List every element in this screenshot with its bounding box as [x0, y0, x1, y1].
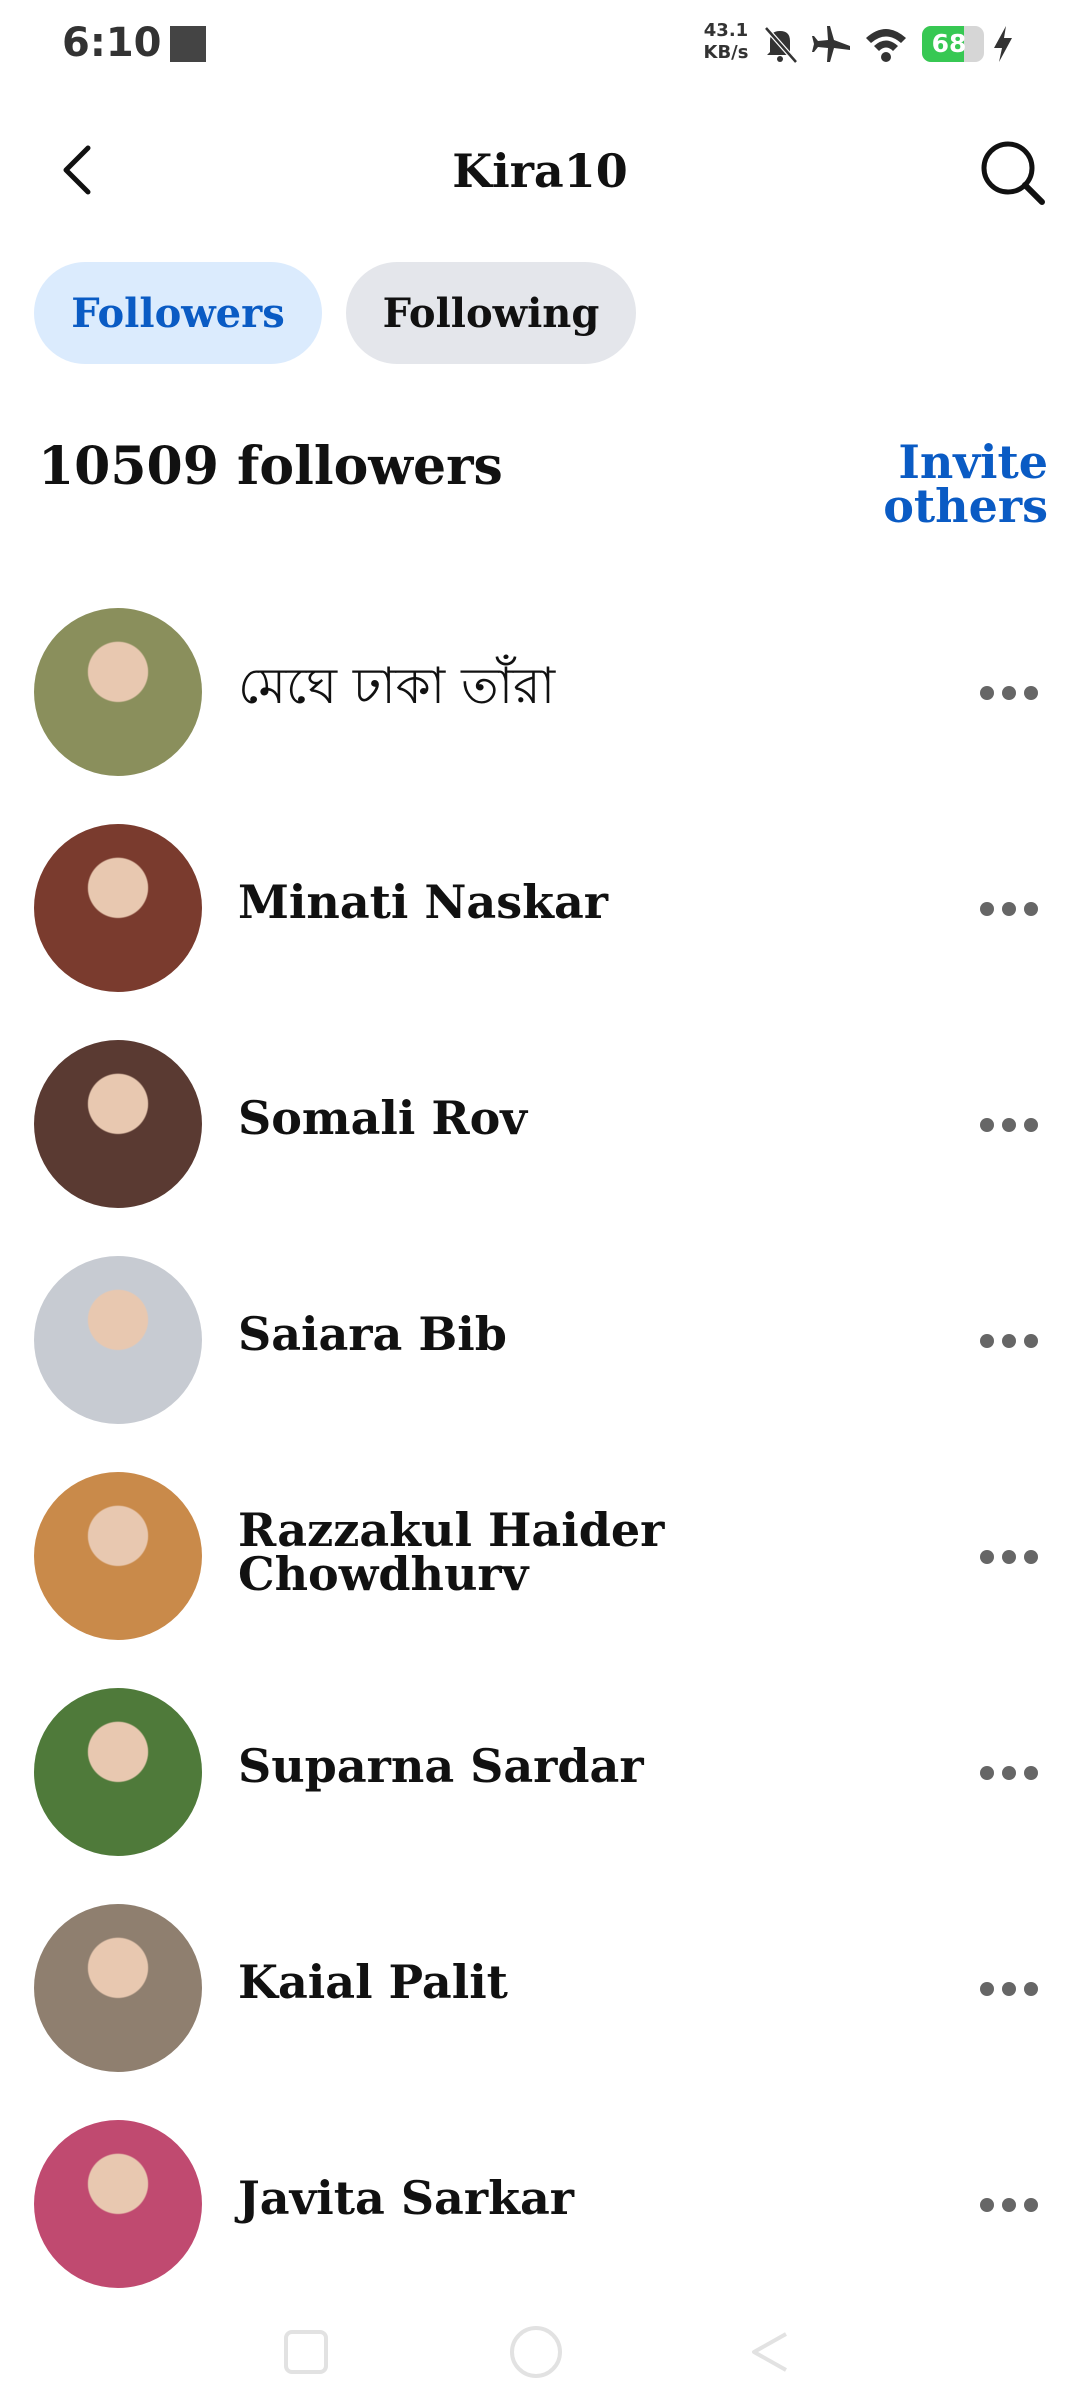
follower-name[interactable]: Suparna Sardar — [238, 1743, 798, 1789]
avatar[interactable] — [34, 1688, 202, 1856]
follower-row[interactable]: Razzakul Haider Chowdhurv — [0, 1468, 1080, 1684]
battery-level: 68 — [931, 29, 967, 58]
follower-row[interactable]: মেঘে ঢাকা তাঁরা — [0, 604, 1080, 820]
more-options-icon[interactable] — [980, 686, 1040, 702]
screen-record-icon — [170, 26, 206, 62]
avatar[interactable] — [34, 1040, 202, 1208]
follower-name[interactable]: Somali Rov — [238, 1095, 798, 1141]
follower-name[interactable]: Minati Naskar — [238, 879, 798, 925]
back-nav-icon[interactable] — [738, 2320, 802, 2384]
page-title: Kira10 — [452, 144, 628, 198]
bell-off-icon — [764, 26, 798, 64]
follower-name[interactable]: Saiara Bib — [238, 1311, 798, 1357]
more-options-icon[interactable] — [980, 902, 1040, 918]
avatar[interactable] — [34, 1256, 202, 1424]
net-speed-value: 43.1 — [703, 20, 749, 41]
more-options-icon[interactable] — [980, 1982, 1040, 1998]
tab-following[interactable]: Following — [346, 262, 636, 364]
follower-row[interactable]: Minati Naskar — [0, 820, 1080, 1036]
invite-line-1: Invite — [898, 435, 1048, 489]
invite-line-2: others — [883, 479, 1048, 533]
follower-row[interactable]: Somali Rov — [0, 1036, 1080, 1252]
more-options-icon[interactable] — [980, 2198, 1040, 2214]
avatar[interactable] — [34, 1472, 202, 1640]
avatar[interactable] — [34, 824, 202, 992]
follower-name[interactable]: Kaial Palit — [238, 1959, 798, 2005]
search-icon[interactable] — [978, 138, 1046, 206]
battery-icon: 68 — [922, 26, 984, 62]
home-icon[interactable] — [504, 2320, 568, 2384]
avatar[interactable] — [34, 1904, 202, 2072]
net-speed-unit: KB/s — [703, 42, 749, 63]
tab-followers[interactable]: Followers — [34, 262, 322, 364]
more-options-icon[interactable] — [980, 1118, 1040, 1134]
follower-name[interactable]: মেঘে ঢাকা তাঁরা — [238, 661, 798, 711]
system-nav-bar — [0, 2300, 1080, 2400]
follower-name[interactable]: Javita Sarkar — [238, 2175, 798, 2221]
follower-row[interactable]: Saiara Bib — [0, 1252, 1080, 1468]
avatar[interactable] — [34, 608, 202, 776]
wifi-icon — [866, 29, 906, 62]
followers-list: মেঘে ঢাকা তাঁরা Minati Naskar Somali Rov… — [0, 604, 1080, 2332]
follower-row[interactable]: Kaial Palit — [0, 1900, 1080, 2116]
net-speed: 43.1 KB/s — [700, 20, 752, 64]
airplane-icon — [812, 26, 850, 62]
status-time: 6:10 — [62, 20, 162, 66]
follower-name[interactable]: Razzakul Haider Chowdhurv — [238, 1507, 798, 1597]
top-app-bar: Kira10 — [0, 110, 1080, 230]
more-options-icon[interactable] — [980, 1766, 1040, 1782]
more-options-icon[interactable] — [980, 1550, 1040, 1566]
follower-row[interactable]: Suparna Sardar — [0, 1684, 1080, 1900]
followers-count: 10509 followers — [38, 436, 503, 497]
charging-bolt-icon — [994, 26, 1012, 62]
avatar[interactable] — [34, 2120, 202, 2288]
more-options-icon[interactable] — [980, 1334, 1040, 1350]
recent-apps-icon[interactable] — [274, 2320, 338, 2384]
invite-others-link[interactable]: Invite others — [848, 435, 1048, 533]
status-bar: 6:10 43.1 KB/s 68 — [0, 0, 1080, 90]
